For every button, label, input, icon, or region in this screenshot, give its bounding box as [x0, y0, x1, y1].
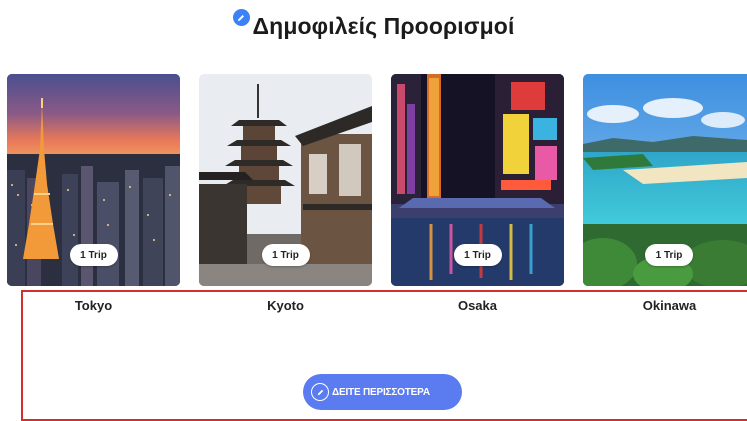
- trip-count-badge: 1 Trip: [645, 244, 693, 266]
- page-title: Δημοφιλείς Προορισμοί: [252, 13, 515, 39]
- city-name-osaka[interactable]: Osaka: [391, 298, 564, 313]
- see-more-label: ΔΕΙΤΕ ΠΕΡΙΣΣΟΤΕΡΑ: [332, 386, 430, 398]
- city-name-kyoto[interactable]: Kyoto: [199, 298, 372, 313]
- pencil-icon[interactable]: [232, 9, 250, 26]
- trip-count-badge: 1 Trip: [69, 244, 118, 266]
- see-more-button[interactable]: ΔΕΙΤΕ ΠΕΡΙΣΣΟΤΕΡΑ: [303, 374, 462, 410]
- city-name-okinawa[interactable]: Okinawa: [583, 298, 747, 313]
- trip-count-badge: 1 Trip: [453, 244, 502, 266]
- destination-card-kyoto[interactable]: 1 Trip: [199, 74, 372, 286]
- city-name-tokyo[interactable]: Tokyo: [7, 298, 180, 313]
- trip-count-badge: 1 Trip: [261, 244, 310, 266]
- pencil-icon: [311, 383, 329, 401]
- destination-card-okinawa[interactable]: 1 Trip: [583, 74, 747, 286]
- destination-card-osaka[interactable]: 1 Trip: [391, 74, 564, 286]
- section-header: Δημοφιλείς Προορισμοί: [0, 9, 747, 41]
- destination-card-tokyo[interactable]: 1 Trip: [7, 74, 180, 286]
